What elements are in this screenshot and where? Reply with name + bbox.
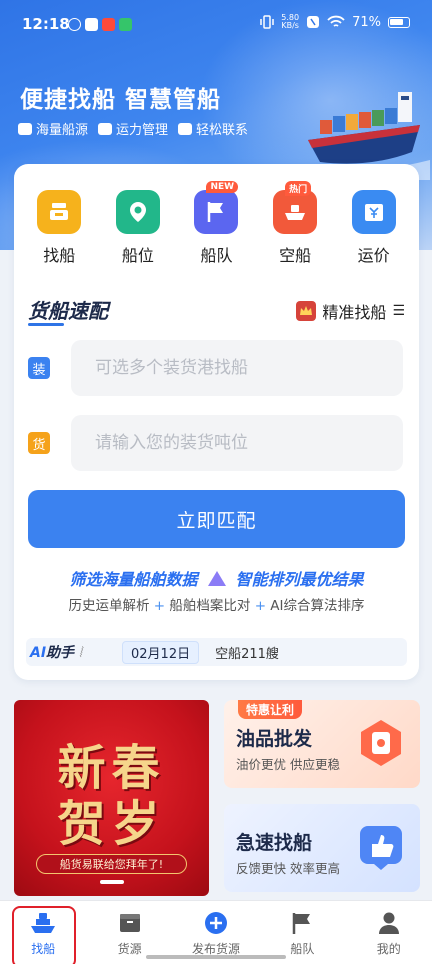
match-now-button[interactable]: 立即匹配: [28, 490, 405, 548]
cargo-tonnage-input[interactable]: [71, 415, 403, 471]
flag-icon: [194, 190, 239, 234]
cargo-tag: 货: [28, 432, 50, 454]
ai-assistant-label: AI助手 ⦚: [30, 645, 82, 661]
location-icon: [115, 190, 160, 234]
precise-find-ship-link[interactable]: 精准找船 ☰: [296, 299, 405, 323]
load-tag: 装: [28, 357, 50, 379]
main-card: 找船 船位 NEW 船队 热门 空船 运价 货船速配 精准找船 ☰ 装 可选多个…: [14, 164, 419, 680]
service-fleet[interactable]: NEW 船队: [186, 181, 246, 266]
empty-ship-count: 空船211艘: [215, 646, 279, 662]
load-port-row: 装: [28, 340, 405, 396]
home-indicator: [146, 955, 286, 959]
tab-mine[interactable]: 我的: [346, 901, 432, 964]
hot-badge: 热门: [285, 181, 312, 196]
box-icon: [117, 911, 143, 935]
ship-icon: [30, 911, 56, 935]
battery-icon: [388, 16, 410, 28]
promo-subtitle: 反馈更快 效率更高: [236, 861, 340, 876]
ai-date-badge: 02月12日: [122, 640, 200, 664]
carousel-indicator: [100, 880, 124, 884]
promo-subtitle: 油价更优 供应更稳: [236, 757, 340, 772]
notification-icon: [102, 18, 115, 31]
link-icon: [178, 122, 193, 135]
service-freight-rate[interactable]: 运价: [344, 190, 404, 266]
promo-title: 急速找船: [236, 832, 313, 854]
feature-highlight: 筛选海量船舶数据 智能排列最优结果: [69, 570, 364, 589]
status-time: 12:18: [22, 15, 70, 33]
service-label: 空船: [279, 246, 312, 265]
battery-percent: 71%: [352, 14, 381, 30]
status-bar: 12:18 5.80 KB/s 71%: [0, 0, 432, 50]
service-label: 找船: [43, 246, 76, 265]
discount-badge: 特惠让利: [238, 700, 303, 719]
nfc-icon: [307, 16, 320, 28]
ai-assistant-bar[interactable]: AI助手 ⦚ 02月12日 空船211艘: [26, 638, 407, 666]
new-badge: NEW: [206, 181, 239, 193]
calendar-price-icon: [351, 190, 396, 234]
hero-tags: 海量船源 运力管理 轻松联系: [18, 119, 248, 138]
menu-lines-icon: ☰: [392, 303, 405, 319]
load-port-input[interactable]: [71, 340, 403, 396]
notification-icon: [119, 18, 132, 31]
service-label: 运价: [357, 246, 390, 265]
feature-subline: 历史运单解析 + 船舶档案比对 + AI综合算法排序: [68, 598, 365, 614]
promo-oil-wholesale[interactable]: 特惠让利 油品批发 油价更优 供应更稳: [224, 700, 420, 788]
cargo-tonnage-row: 货: [28, 415, 405, 471]
service-label: 船位: [121, 246, 154, 265]
service-grid: 找船 船位 NEW 船队 热门 空船 运价: [14, 181, 419, 266]
signal-icon: ⦚: [78, 645, 82, 661]
hero-tag: 轻松联系: [178, 119, 248, 138]
ship-small-icon: [18, 122, 32, 135]
service-label: 船队: [200, 246, 233, 265]
banner-line-2: 贺岁: [57, 796, 166, 852]
truck-icon: [98, 122, 113, 135]
notification-icons: [68, 18, 132, 31]
match-section-title: 货船速配: [28, 295, 108, 326]
new-year-banner[interactable]: 新春 贺岁 船货易联给您拜年了!: [14, 700, 209, 896]
hero-tag: 海量船源: [18, 119, 88, 138]
triangle-icon: [207, 570, 226, 586]
network-speed: 5.80 KB/s: [281, 13, 300, 30]
service-empty-ship[interactable]: 热门 空船: [265, 181, 325, 266]
service-ship-position[interactable]: 船位: [108, 190, 168, 266]
hero-tag: 运力管理: [98, 119, 168, 138]
crown-icon: [296, 301, 317, 321]
service-find-ship[interactable]: 找船: [29, 190, 89, 266]
promo-fast-find-ship[interactable]: 急速找船 反馈更快 效率更高: [224, 804, 420, 892]
person-icon: [376, 911, 402, 935]
wifi-icon: [327, 15, 345, 27]
flag-icon: [289, 911, 315, 935]
thumbs-up-icon: [360, 826, 402, 870]
banner-caption: 船货易联给您拜年了!: [36, 854, 187, 874]
empty-ship-icon: [273, 190, 318, 234]
plus-circle-icon: [203, 911, 229, 935]
tab-find-ship[interactable]: 找船: [0, 901, 86, 964]
notification-icon: [85, 18, 98, 31]
oil-barrel-icon: [361, 720, 401, 766]
promo-title: 油品批发: [236, 728, 313, 750]
anchor-icon: [37, 190, 82, 234]
vibrate-icon: [260, 15, 275, 29]
hero-title: 便捷找船 智慧管船: [20, 87, 222, 113]
notification-icon: [68, 18, 81, 31]
